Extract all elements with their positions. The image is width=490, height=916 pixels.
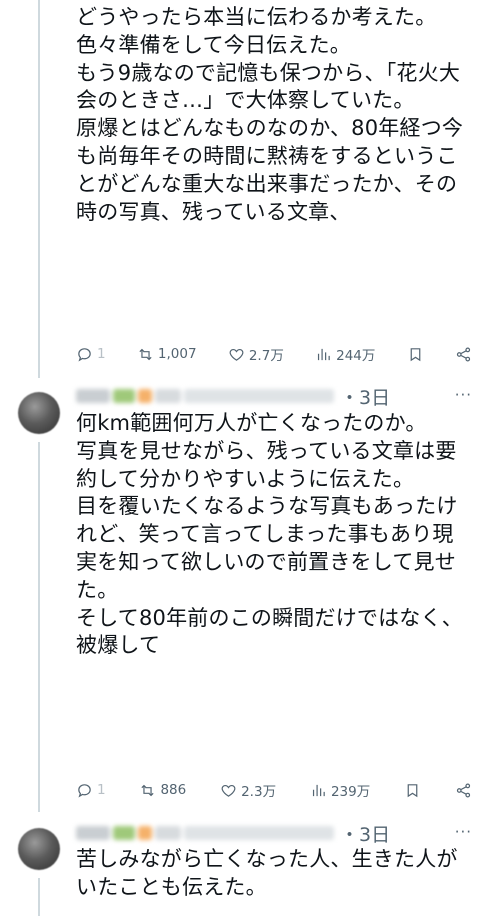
retweet-count: 1,007 xyxy=(157,346,197,362)
share-button[interactable] xyxy=(455,782,472,799)
views-button[interactable]: 244万 xyxy=(315,344,375,364)
post-text: 何km範囲何万人が亡くなったのか。 写真を見せながら、残っている文章は要約して分… xyxy=(76,411,463,658)
like-count: 2.3万 xyxy=(241,784,277,800)
blurred-username[interactable] xyxy=(76,389,334,403)
heart-icon xyxy=(229,348,244,361)
views-icon xyxy=(312,784,325,796)
heart-icon xyxy=(221,784,236,797)
reply-icon xyxy=(78,783,91,797)
thread-line xyxy=(38,442,40,812)
reply-count: 1 xyxy=(97,346,106,362)
views-button[interactable]: 239万 xyxy=(310,780,370,800)
bookmark-icon xyxy=(407,783,418,797)
post-actions: 1 1,007 2.7万 244万 xyxy=(76,342,472,366)
like-button[interactable]: 2.3万 xyxy=(220,780,276,800)
post-text: どうやったら本当に伝わるか考えた。色々準備をして今日伝えた。 もう9歳なので記憶… xyxy=(76,5,464,224)
view-count: 244万 xyxy=(336,348,376,364)
retweet-icon xyxy=(141,784,155,796)
thread-line-top xyxy=(38,0,40,378)
reply-button[interactable]: 1 xyxy=(76,346,106,363)
more-icon: ··· xyxy=(454,823,472,841)
avatar[interactable] xyxy=(18,828,60,870)
bookmark-button[interactable] xyxy=(407,346,424,363)
post-actions: 1 886 2.3万 239万 xyxy=(76,778,472,802)
bookmark-button[interactable] xyxy=(404,782,421,799)
blurred-username[interactable] xyxy=(76,826,334,840)
reply-button[interactable]: 1 xyxy=(76,782,106,799)
thread-line xyxy=(38,878,40,916)
post-time[interactable]: ・3日 xyxy=(340,820,390,847)
share-icon xyxy=(456,783,471,797)
share-icon xyxy=(456,347,471,361)
reply-icon xyxy=(78,347,91,361)
retweet-icon xyxy=(139,348,152,360)
bookmark-icon xyxy=(410,347,421,361)
post-time[interactable]: ・3日 xyxy=(340,383,390,410)
like-count: 2.7万 xyxy=(248,348,284,364)
view-count: 239万 xyxy=(330,784,371,800)
avatar[interactable] xyxy=(18,392,60,434)
like-button[interactable]: 2.7万 xyxy=(228,344,284,364)
more-button[interactable]: ··· xyxy=(455,823,472,841)
more-icon: ··· xyxy=(454,386,472,404)
post-text: 苦しみながら亡くなった人、生きた人がいたことも伝えた。 xyxy=(76,847,458,899)
share-button[interactable] xyxy=(455,346,472,363)
views-icon xyxy=(318,348,330,360)
retweet-button[interactable]: 886 xyxy=(139,782,186,799)
reply-count: 1 xyxy=(97,782,106,798)
more-button[interactable]: ··· xyxy=(455,386,472,404)
retweet-button[interactable]: 1,007 xyxy=(137,346,197,363)
post-header: ・3日 xyxy=(76,820,470,846)
post-header: ・3日 xyxy=(76,383,470,409)
retweet-count: 886 xyxy=(160,782,187,798)
